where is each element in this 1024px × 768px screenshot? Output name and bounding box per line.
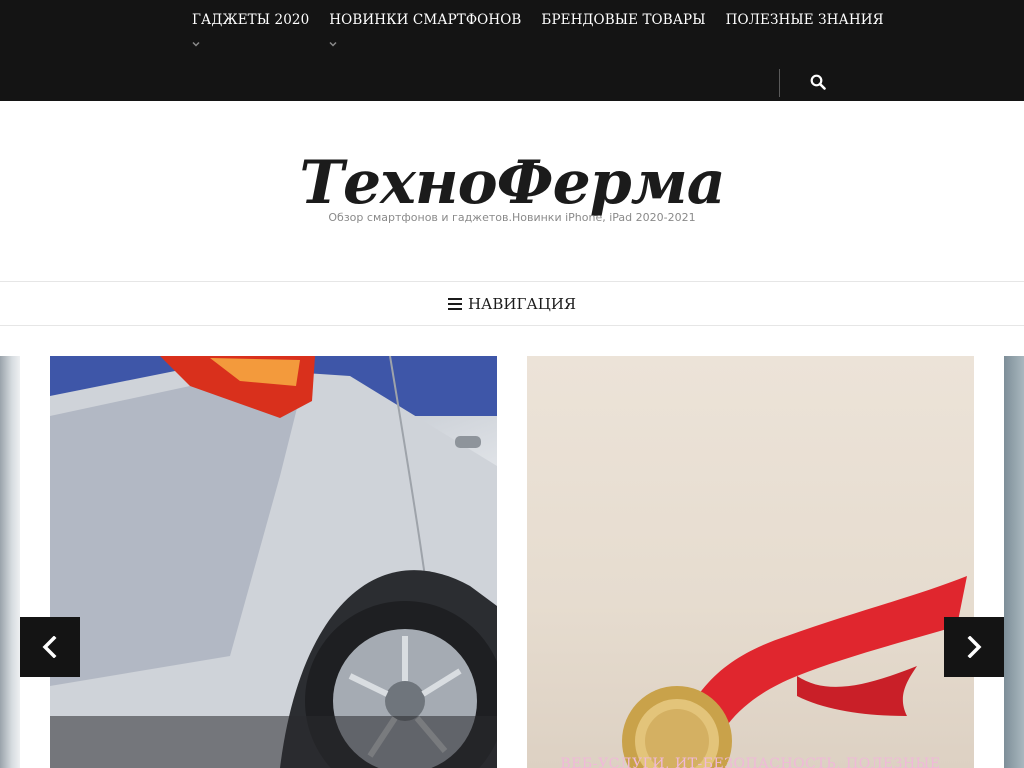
search-icon xyxy=(810,74,826,90)
navigation-toggle-button[interactable]: НАВИГАЦИЯ xyxy=(447,294,577,313)
site-tagline: Обзор смартфонов и гаджетов.Новинки iPho… xyxy=(328,211,696,224)
hamburger-icon xyxy=(447,297,462,310)
divider xyxy=(779,69,780,97)
navigation-label: НАВИГАЦИЯ xyxy=(467,294,577,313)
chevron-down-icon xyxy=(329,41,337,47)
chevron-left-icon xyxy=(42,636,57,658)
car-image xyxy=(50,356,497,768)
top-menu-item-useful-knowledge[interactable]: ПОЛЕЗНЫЕ ЗНАНИЯ xyxy=(726,11,884,29)
top-menu-item-label: НОВИНКИ СМАРТФОНОВ xyxy=(329,12,522,28)
search-button[interactable] xyxy=(806,70,830,94)
top-menu: ГАДЖЕТЫ 2020 НОВИНКИ СМАРТФОНОВ БРЕНДОВЫ… xyxy=(192,11,884,47)
slide-car-in-frost[interactable] xyxy=(50,356,497,768)
main-navigation-bar: НАВИГАЦИЯ xyxy=(0,281,1024,326)
medal-image xyxy=(622,576,967,768)
top-menu-item-new-smartphones[interactable]: НОВИНКИ СМАРТФОНОВ xyxy=(329,11,522,47)
slide-partial-right[interactable] xyxy=(1004,356,1024,768)
top-menu-item-label: ПОЛЕЗНЫЕ ЗНАНИЯ xyxy=(725,12,884,28)
top-menu-item-label: ГАДЖЕТЫ 2020 xyxy=(192,12,310,28)
top-menu-item-brand-goods[interactable]: БРЕНДОВЫЕ ТОВАРЫ xyxy=(541,11,705,29)
slider-next-button[interactable] xyxy=(944,617,1004,677)
site-header: ТехноФерма Обзор смартфонов и гаджетов.Н… xyxy=(0,101,1024,281)
slider-prev-button[interactable] xyxy=(20,617,80,677)
top-bar: ГАДЖЕТЫ 2020 НОВИНКИ СМАРТФОНОВ БРЕНДОВЫ… xyxy=(0,0,1024,101)
slide-gold-medal[interactable]: ВЕБ-УСЛУГИ, ИТ-БЕЗОПАСНОСТЬ, ПОЛЕЗНЫЕ xyxy=(527,356,974,768)
chevron-down-icon xyxy=(192,41,200,47)
chevron-right-icon xyxy=(967,636,982,658)
top-menu-item-label: БРЕНДОВЫЕ ТОВАРЫ xyxy=(541,12,706,28)
slide-partial-left[interactable] xyxy=(0,356,20,768)
featured-slider: ВЕБ-УСЛУГИ, ИТ-БЕЗОПАСНОСТЬ, ПОЛЕЗНЫЕ xyxy=(0,356,1024,768)
slide-caption[interactable]: ВЕБ-УСЛУГИ, ИТ-БЕЗОПАСНОСТЬ, ПОЛЕЗНЫЕ xyxy=(527,756,974,768)
top-menu-item-gadgets-2020[interactable]: ГАДЖЕТЫ 2020 xyxy=(192,11,310,47)
